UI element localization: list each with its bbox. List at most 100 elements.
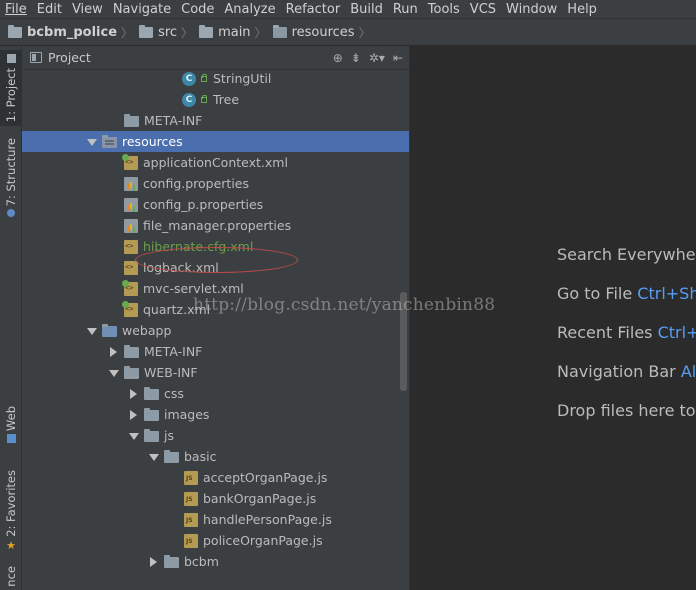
tree-item-label: handlePersonPage.js bbox=[203, 512, 332, 527]
tree-item[interactable]: META-INF bbox=[22, 110, 409, 131]
chevron-down-icon[interactable] bbox=[128, 431, 139, 441]
star-icon: ★ bbox=[6, 538, 16, 552]
tree-item-label: META-INF bbox=[144, 344, 203, 359]
tree-item[interactable]: quartz.xml bbox=[22, 299, 409, 320]
hint-text: Search Everywhere bbox=[557, 245, 696, 264]
tree-item[interactable]: applicationContext.xml bbox=[22, 152, 409, 173]
hint-shortcut: Ctrl+Shift+N bbox=[637, 284, 696, 303]
menu-code[interactable]: Code bbox=[176, 0, 219, 19]
chevron-right-icon[interactable] bbox=[148, 556, 158, 567]
tree-item-label: quartz.xml bbox=[143, 302, 211, 317]
tree-item[interactable]: WEB-INF bbox=[22, 362, 409, 383]
chevron-right-icon[interactable] bbox=[128, 409, 138, 420]
tab-structure[interactable]: 7: Structure bbox=[0, 138, 22, 222]
js-icon bbox=[184, 512, 198, 527]
tree-item-label: resources bbox=[122, 134, 183, 149]
tree-item[interactable]: config_p.properties bbox=[22, 194, 409, 215]
tab-favorites[interactable]: 2: Favorites ★ bbox=[0, 470, 22, 552]
menu-navigate[interactable]: Navigate bbox=[108, 0, 176, 19]
class-icon: C bbox=[182, 92, 196, 107]
tree-item[interactable]: webapp bbox=[22, 320, 409, 341]
target-icon[interactable]: ⊕ bbox=[333, 51, 343, 65]
properties-icon bbox=[124, 218, 138, 233]
breadcrumb-item-resources[interactable]: resources bbox=[272, 24, 355, 40]
tree-item-label: config.properties bbox=[143, 176, 250, 191]
menu-help[interactable]: Help bbox=[562, 0, 602, 19]
tab-project[interactable]: 1: Project bbox=[0, 50, 22, 126]
tree-item[interactable]: mvc-servlet.xml bbox=[22, 278, 409, 299]
menu-view[interactable]: View bbox=[67, 0, 108, 19]
tree-item[interactable]: C StringUtil bbox=[22, 68, 409, 89]
tree-item-label: webapp bbox=[122, 323, 172, 338]
menu-tools[interactable]: Tools bbox=[423, 0, 465, 19]
tree-item[interactable]: resources bbox=[22, 131, 409, 152]
menu-build[interactable]: Build bbox=[345, 0, 388, 19]
chevron-down-icon[interactable] bbox=[86, 326, 97, 336]
tree-item[interactable]: bcbm bbox=[22, 551, 409, 572]
tree-item[interactable]: file_manager.properties bbox=[22, 215, 409, 236]
menu-refactor[interactable]: Refactor bbox=[281, 0, 346, 19]
tree-item[interactable]: logback.xml bbox=[22, 257, 409, 278]
hint-shortcut: Alt+Home bbox=[680, 362, 696, 381]
web-icon bbox=[6, 434, 16, 444]
resources-folder-icon bbox=[272, 24, 287, 38]
tree-item[interactable]: config.properties bbox=[22, 173, 409, 194]
tree-item[interactable]: basic bbox=[22, 446, 409, 467]
chevron-right-icon[interactable] bbox=[108, 346, 118, 357]
menu-vcs[interactable]: VCS bbox=[465, 0, 501, 19]
tree-item[interactable]: policeOrganPage.js bbox=[22, 530, 409, 551]
breadcrumb-item-main[interactable]: main bbox=[199, 24, 251, 40]
chevron-right-icon[interactable] bbox=[128, 388, 138, 399]
menu-edit[interactable]: Edit bbox=[32, 0, 67, 19]
tree-item[interactable]: META-INF bbox=[22, 341, 409, 362]
chevron-down-icon[interactable] bbox=[148, 452, 159, 462]
chevron-right-icon: 〉 bbox=[358, 25, 371, 40]
tree-item[interactable]: images bbox=[22, 404, 409, 425]
breadcrumb-item-project[interactable]: bcbm_police bbox=[8, 24, 117, 40]
tree-item-label: policeOrganPage.js bbox=[203, 533, 323, 548]
tree-item[interactable]: acceptOrganPage.js bbox=[22, 467, 409, 488]
tree-scrollbar[interactable] bbox=[400, 292, 407, 391]
menu-bar: File Edit View Navigate Code Analyze Ref… bbox=[0, 0, 696, 19]
tree-item-label: hibernate.cfg.xml bbox=[143, 239, 254, 254]
tab-favorites-label: 2: Favorites bbox=[4, 470, 18, 537]
menu-file-mnemonic: File bbox=[5, 1, 27, 17]
chevron-down-icon[interactable] bbox=[86, 137, 97, 147]
folder-icon bbox=[124, 366, 139, 379]
tree-item-label: images bbox=[164, 407, 210, 422]
chevron-down-icon[interactable] bbox=[108, 368, 119, 378]
tab-web[interactable]: Web bbox=[0, 406, 22, 456]
tree-item[interactable]: js bbox=[22, 425, 409, 446]
properties-icon bbox=[124, 197, 138, 212]
tab-bottom[interactable]: nce bbox=[0, 566, 22, 590]
tree-item[interactable]: handlePersonPage.js bbox=[22, 509, 409, 530]
gear-icon[interactable]: ✲▾ bbox=[369, 51, 385, 65]
menu-window[interactable]: Window bbox=[501, 0, 562, 19]
hint-go-to-file: Go to File Ctrl+Shift+N bbox=[557, 284, 696, 303]
tree-item[interactable]: bankOrganPage.js bbox=[22, 488, 409, 509]
spring-xml-icon bbox=[122, 279, 138, 296]
tab-web-label: Web bbox=[4, 406, 18, 432]
project-panel-title: Project bbox=[48, 50, 91, 65]
breadcrumb-item-src[interactable]: src bbox=[139, 24, 177, 40]
tree-item-label: bankOrganPage.js bbox=[203, 491, 317, 506]
xml-icon bbox=[124, 260, 138, 275]
tree-item-label: Tree bbox=[213, 92, 240, 107]
tree-item[interactable]: css bbox=[22, 383, 409, 404]
collapse-icon[interactable]: ⇟ bbox=[351, 51, 361, 65]
tree-item-label: mvc-servlet.xml bbox=[143, 281, 244, 296]
folder-icon bbox=[8, 24, 22, 38]
folder-icon bbox=[144, 408, 159, 421]
hide-icon[interactable]: ⇤ bbox=[393, 51, 403, 65]
tree-item-label: js bbox=[164, 428, 174, 443]
chevron-right-icon: 〉 bbox=[254, 25, 267, 40]
menu-file[interactable]: File bbox=[0, 0, 32, 19]
hint-shortcut: Ctrl+E bbox=[657, 323, 696, 342]
tree-item[interactable]: hibernate.cfg.xml bbox=[22, 236, 409, 257]
tree-item-label: config_p.properties bbox=[143, 197, 264, 212]
menu-run[interactable]: Run bbox=[388, 0, 423, 19]
project-panel-header: Project ⊕ ⇟ ✲▾ ⇤ bbox=[22, 46, 409, 70]
menu-analyze[interactable]: Analyze bbox=[219, 0, 280, 19]
tree-item[interactable]: C Tree bbox=[22, 89, 409, 110]
folder-icon bbox=[144, 387, 159, 400]
